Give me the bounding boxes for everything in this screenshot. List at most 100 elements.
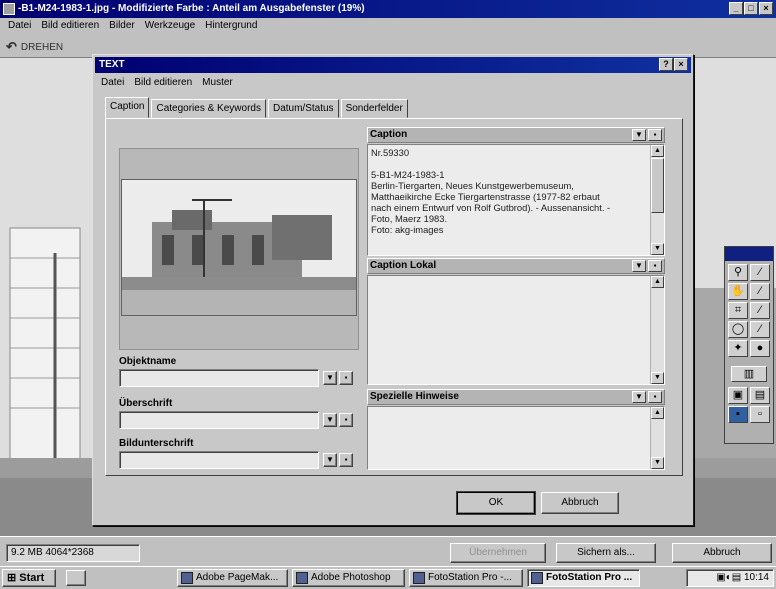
tab-caption[interactable]: Caption: [105, 97, 150, 118]
task-label: FotoStation Pro -...: [428, 572, 512, 583]
more-icon[interactable]: ▪: [648, 260, 662, 272]
menu-datei[interactable]: Datei: [8, 18, 31, 34]
window-icon[interactable]: ▣: [728, 387, 748, 404]
arrow-up-icon[interactable]: ▲: [651, 276, 664, 288]
scroll-thumb[interactable]: [651, 158, 664, 213]
fill-icon[interactable]: ●: [750, 340, 770, 357]
rotate-tool[interactable]: ↶ DREHEN: [6, 39, 63, 55]
file-size-info: 9.2 MB 4064*2368: [6, 544, 140, 562]
palette-titlebar[interactable]: [725, 247, 773, 261]
app-titlebar: -B1-M24-1983-1.jpg - Modifizierte Farbe …: [0, 0, 776, 18]
chevron-down-icon[interactable]: ▼: [323, 453, 337, 467]
dialog-menu-datei[interactable]: Datei: [101, 77, 124, 88]
text-dialog: TEXT ? × Datei Bild editieren Muster Cap…: [92, 54, 694, 526]
wand-icon[interactable]: ✦: [728, 340, 748, 357]
dialog-menu-muster[interactable]: Muster: [202, 77, 233, 88]
chevron-down-icon[interactable]: ▼: [632, 129, 646, 141]
more-icon[interactable]: ▪: [339, 371, 353, 385]
caption-text: Nr.59330 5-B1-M24-1983-1 Berlin-Tiergart…: [371, 147, 611, 235]
caption-lokal-textarea[interactable]: ▲ ▼: [367, 275, 665, 385]
clock: 10:14: [743, 572, 769, 583]
bildunterschrift-label: Bildunterschrift: [119, 438, 194, 449]
task-pagemaker[interactable]: Adobe PageMak...: [177, 569, 288, 587]
hand-icon[interactable]: ✋: [728, 283, 748, 300]
start-label: Start: [19, 572, 45, 584]
task-label: Adobe PageMak...: [196, 572, 279, 583]
rotate-icon: ↶: [6, 39, 17, 54]
menu-bilder[interactable]: Bilder: [109, 18, 135, 34]
chevron-down-icon[interactable]: ▼: [323, 371, 337, 385]
menu-werkzeuge[interactable]: Werkzeuge: [145, 18, 195, 34]
close-button[interactable]: ×: [759, 2, 773, 15]
dialog-titlebar[interactable]: TEXT ? ×: [95, 57, 691, 73]
pen-icon[interactable]: ⁄: [750, 321, 770, 338]
save-as-button[interactable]: Sichern als...: [556, 543, 656, 563]
maximize-button[interactable]: □: [744, 2, 758, 15]
more-icon[interactable]: ▪: [339, 413, 353, 427]
zoom-icon[interactable]: ⚲: [728, 264, 748, 281]
pencil-icon[interactable]: ⁄: [750, 302, 770, 319]
tray-icons[interactable]: ▣◐▤: [716, 572, 741, 583]
status-strip: 9.2 MB 4064*2368 Übernehmen Sichern als.…: [0, 536, 776, 566]
minimize-button[interactable]: _: [729, 2, 743, 15]
objektname-label: Objektname: [119, 356, 177, 367]
layers-icon[interactable]: ▤: [750, 387, 770, 404]
photoshop-icon: [296, 572, 308, 584]
tab-sonderfelder[interactable]: Sonderfelder: [340, 99, 408, 118]
caption-scrollbar[interactable]: ▲ ▼: [650, 145, 664, 255]
color-swatch-icon[interactable]: ▪: [728, 406, 748, 423]
dialog-close-button[interactable]: ×: [674, 58, 688, 71]
building-photo-thumbnail: [122, 180, 356, 315]
app-title: -B1-M24-1983-1.jpg - Modifizierte Farbe …: [18, 3, 365, 14]
fotostation-icon: [413, 572, 425, 584]
brush-icon[interactable]: ⁄: [750, 283, 770, 300]
dialog-menu-bild-editieren[interactable]: Bild editieren: [134, 77, 192, 88]
tab-categories-keywords[interactable]: Categories & Keywords: [151, 99, 266, 118]
ueberschrift-input[interactable]: [119, 411, 319, 429]
quick-launch-icon[interactable]: [66, 570, 86, 586]
chevron-down-icon[interactable]: ▼: [632, 391, 646, 403]
task-label: Adobe Photoshop: [311, 572, 391, 583]
menu-bild-editieren[interactable]: Bild editieren: [41, 18, 99, 34]
ok-button[interactable]: OK: [456, 491, 536, 515]
task-fotostation-1[interactable]: FotoStation Pro -...: [409, 569, 523, 587]
ueberschrift-label: Überschrift: [119, 398, 173, 409]
tab-datum-status[interactable]: Datum/Status: [267, 99, 339, 118]
arrow-down-icon[interactable]: ▼: [651, 372, 664, 384]
cancel-main-button[interactable]: Abbruch: [672, 543, 772, 563]
tools-palette[interactable]: ⚲ ⁄ ✋ ⁄ ⌗ ⁄ ◯ ⁄ ✦ ● ▥ ▣ ▤ ▪ ▫: [724, 246, 774, 444]
spezielle-hinweise-textarea[interactable]: ▲ ▼: [367, 406, 665, 470]
eyedropper-icon[interactable]: ⁄: [750, 264, 770, 281]
task-fotostation-2[interactable]: FotoStation Pro ...: [527, 569, 640, 587]
chevron-down-icon[interactable]: ▼: [632, 260, 646, 272]
help-button[interactable]: ?: [659, 58, 673, 71]
tab-strip: Caption Categories & Keywords Datum/Stat…: [105, 97, 410, 119]
fotostation-icon: [531, 572, 543, 584]
ruler-icon[interactable]: ▥: [731, 366, 767, 382]
dialog-cancel-button[interactable]: Abbruch: [541, 492, 619, 514]
arrow-up-icon[interactable]: ▲: [651, 145, 664, 157]
arrow-up-icon[interactable]: ▲: [651, 407, 664, 419]
apply-button[interactable]: Übernehmen: [450, 543, 546, 563]
menu-hintergrund[interactable]: Hintergrund: [205, 18, 257, 34]
app-icon: [3, 3, 15, 15]
spezielle-hinweise-section-header: Spezielle Hinweise ▼ ▪: [367, 389, 665, 405]
bildunterschrift-input[interactable]: [119, 451, 319, 469]
more-icon[interactable]: ▪: [648, 129, 662, 141]
more-icon[interactable]: ▪: [648, 391, 662, 403]
more-icon[interactable]: ▪: [339, 453, 353, 467]
system-tray: ▣◐▤ 10:14: [686, 569, 774, 587]
chevron-down-icon[interactable]: ▼: [323, 413, 337, 427]
arrow-down-icon[interactable]: ▼: [651, 243, 664, 255]
spezielle-hinweise-scrollbar[interactable]: ▲ ▼: [650, 407, 664, 469]
task-photoshop[interactable]: Adobe Photoshop: [292, 569, 405, 587]
caption-lokal-scrollbar[interactable]: ▲ ▼: [650, 276, 664, 384]
lasso-icon[interactable]: ◯: [728, 321, 748, 338]
crop-icon[interactable]: ⌗: [728, 302, 748, 319]
objektname-input[interactable]: [119, 369, 319, 387]
arrow-down-icon[interactable]: ▼: [651, 457, 664, 469]
start-button[interactable]: ⊞ Start: [2, 569, 56, 587]
color-swap-icon[interactable]: ▫: [750, 406, 770, 423]
caption-textarea[interactable]: Nr.59330 5-B1-M24-1983-1 Berlin-Tiergart…: [367, 144, 665, 256]
caption-lokal-section-header: Caption Lokal ▼ ▪: [367, 258, 665, 274]
